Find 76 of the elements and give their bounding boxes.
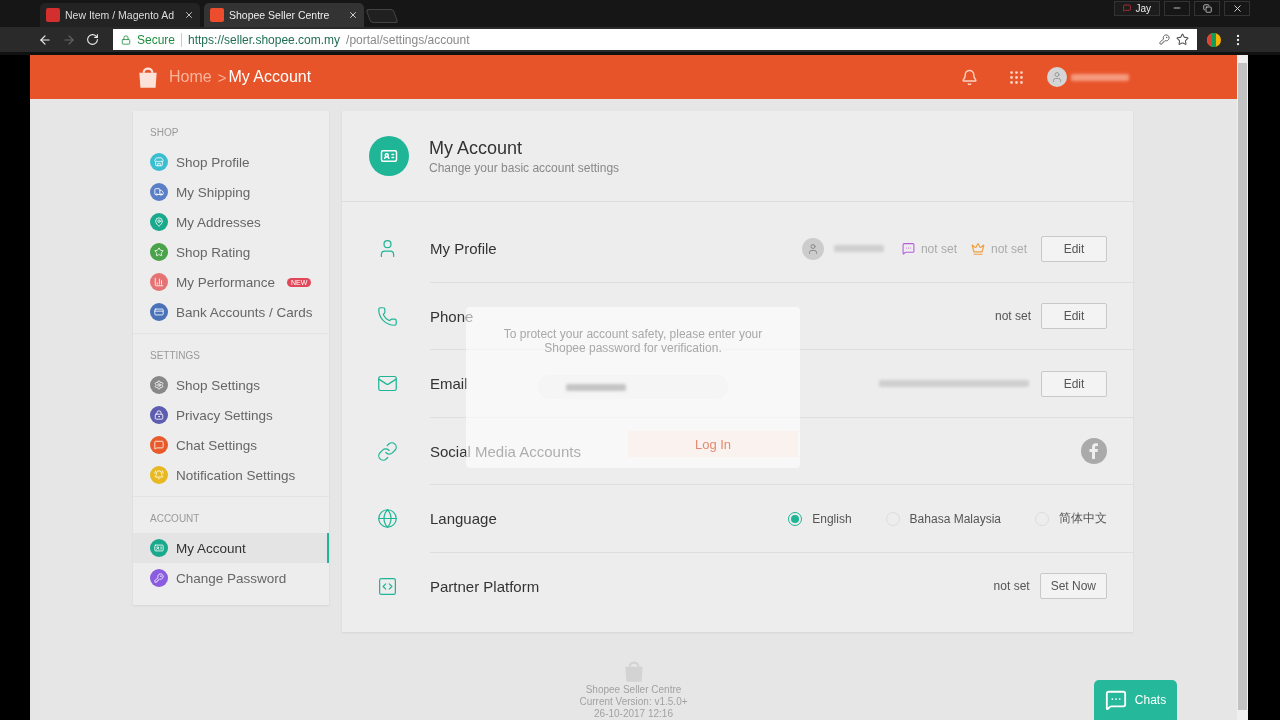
page-title: My Account: [429, 137, 524, 159]
language-option: 简体中文: [1059, 510, 1107, 528]
sidebar-item[interactable]: My Account: [133, 533, 329, 563]
masked-password: [566, 383, 626, 391]
browser-tab[interactable]: New Item / Magento Ad: [40, 3, 200, 27]
globe-icon: [377, 508, 398, 530]
page-subtitle: Change your basic account settings: [429, 160, 620, 175]
sidebar-item[interactable]: Shop Rating: [133, 237, 329, 267]
row-label: My Profile: [430, 240, 497, 258]
blurred-username: [833, 245, 884, 253]
apps-grid-icon[interactable]: [1008, 68, 1025, 86]
edit-button[interactable]: Edit: [1041, 235, 1107, 262]
star-icon[interactable]: [1176, 33, 1189, 46]
bell-icon[interactable]: [961, 68, 978, 86]
phone-icon: [377, 305, 398, 327]
field-value: not set: [993, 579, 1030, 594]
crown-icon: [970, 241, 985, 256]
chat-icon: [1104, 689, 1127, 711]
sidebar-item[interactable]: Chat Settings: [133, 430, 329, 460]
footer-text: 26-10-2017 12:16: [594, 708, 673, 720]
browser-tab[interactable]: Shopee Seller Centre: [204, 3, 364, 27]
sidebar-item[interactable]: Notification Settings: [133, 460, 329, 490]
favicon-icon: [210, 8, 224, 22]
facebook-icon[interactable]: [1081, 438, 1107, 465]
breadcrumb-current: My Account: [228, 68, 312, 86]
new-tab-button[interactable]: [365, 9, 399, 23]
code-icon: [377, 575, 398, 597]
row-label: Language: [430, 510, 497, 528]
sidebar-item[interactable]: Privacy Settings: [133, 400, 329, 430]
row-label: Social Media Accounts: [430, 442, 581, 460]
section-title: SETTINGS: [149, 350, 201, 361]
footer-text: Shopee Seller Centre: [585, 684, 682, 696]
restore-icon: [1202, 3, 1212, 13]
close-button[interactable]: [1224, 0, 1250, 16]
breadcrumb-separator: >: [217, 68, 227, 86]
row-label: Partner Platform: [430, 577, 540, 595]
edit-button[interactable]: Set Now: [1039, 573, 1107, 600]
extension-icon[interactable]: [1207, 32, 1221, 47]
id-card-icon: [369, 136, 409, 176]
back-icon[interactable]: [38, 32, 52, 47]
address-bar[interactable]: Secure https://seller.shopee.com.my /portal/settings/account: [113, 29, 1197, 50]
link-icon: [377, 440, 398, 462]
footer-text: Current Version: v1.5.0+: [579, 696, 688, 708]
row-label: Phone: [430, 307, 474, 325]
edit-button[interactable]: Edit: [1041, 370, 1107, 397]
row-label: Email: [430, 375, 468, 393]
sidebar-item[interactable]: Bank Accounts / Cards: [133, 297, 329, 327]
restore-button[interactable]: [1194, 0, 1220, 16]
key-icon[interactable]: [1159, 34, 1170, 45]
sidebar-item[interactable]: Shop Profile: [133, 147, 329, 177]
sidebar-item[interactable]: My Shipping: [133, 177, 329, 207]
avatar-icon[interactable]: [1047, 67, 1067, 87]
close-icon[interactable]: [184, 10, 194, 20]
lock-icon: [121, 34, 131, 45]
favicon-icon: [46, 8, 60, 22]
forward-icon[interactable]: [62, 32, 76, 47]
edit-button[interactable]: Edit: [1041, 303, 1107, 330]
dialog-message: To protect your account safety, please enter your Shopee password for verification.: [502, 327, 764, 355]
sidebar-item[interactable]: Shop Settings: [133, 370, 329, 400]
avatar-icon: [801, 237, 824, 260]
field-value: not set: [990, 241, 1027, 256]
browser-profile[interactable]: Jay: [1114, 0, 1160, 16]
section-title: SHOP: [149, 127, 180, 138]
sidebar-item[interactable]: My Addresses: [133, 207, 329, 237]
blurred-username: [1071, 73, 1129, 81]
scrollbar[interactable]: [1237, 55, 1248, 720]
reload-icon[interactable]: [86, 33, 99, 46]
language-option: English: [812, 511, 852, 526]
language-option: Bahasa Malaysia: [909, 511, 1001, 526]
minimize-button[interactable]: [1164, 0, 1190, 16]
sidebar-item[interactable]: Change Password: [133, 563, 329, 593]
close-icon: [1231, 2, 1243, 14]
field-value: not set: [994, 309, 1031, 324]
close-icon[interactable]: [348, 10, 358, 20]
section-title: ACCOUNT: [149, 513, 201, 524]
field-value: not set: [920, 241, 957, 256]
